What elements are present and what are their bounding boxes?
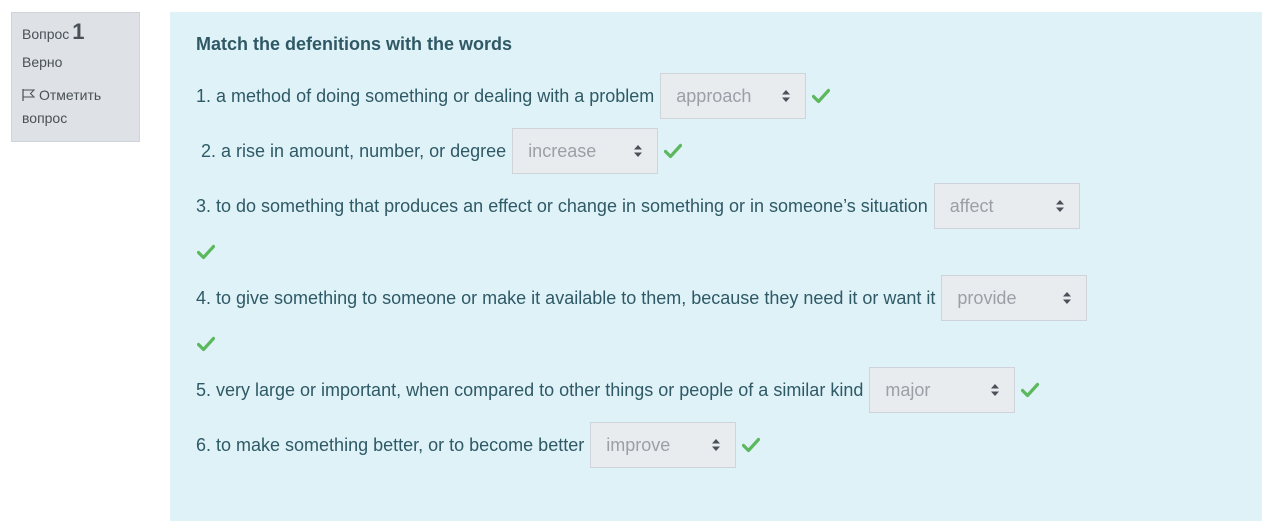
definition-text: 1. a method of doing something or dealin… (196, 85, 655, 106)
flag-question-link[interactable]: Отметить вопрос (22, 84, 129, 130)
question-title: Match the defenitions with the words (196, 34, 513, 54)
select-arrows-icon (712, 439, 721, 451)
match-row: 4. to give something to someone or make … (196, 275, 1236, 367)
select-arrows-icon (634, 145, 643, 157)
answer-select-value: improve (606, 434, 671, 455)
check-icon (812, 88, 831, 104)
select-arrows-icon (1055, 200, 1064, 212)
answer-select-value: provide (957, 287, 1017, 308)
answer-select-value: affect (949, 195, 994, 216)
question-number-line: Вопрос 1 (22, 19, 129, 44)
definition-text: 2. a rise in amount, number, or degree (196, 140, 507, 161)
answer-select[interactable]: approach (660, 73, 807, 119)
check-icon (197, 336, 215, 352)
check-line (196, 321, 1236, 367)
answer-select-value: increase (528, 140, 597, 161)
check-icon (197, 244, 215, 260)
definition-text: 5. very large or important, when compare… (196, 379, 864, 400)
check-icon (664, 143, 683, 159)
answer-select[interactable]: major (869, 367, 1016, 413)
match-row: 2. a rise in amount, number, or degree i… (196, 128, 1236, 174)
check-icon (1021, 382, 1040, 398)
question-label: Вопрос (22, 26, 70, 42)
match-row: 3. to do something that produces an effe… (196, 183, 1236, 275)
answer-select[interactable]: increase (512, 128, 659, 174)
answer-select[interactable]: provide (941, 275, 1088, 321)
check-line (196, 229, 1236, 275)
definition-text: 4. to give something to someone or make … (196, 287, 936, 308)
flag-icon (22, 89, 36, 101)
match-row: 5. very large or important, when compare… (196, 367, 1236, 413)
select-arrows-icon (1063, 292, 1072, 304)
question-content: Match the defenitions with the words 1. … (170, 12, 1262, 521)
select-arrows-icon (991, 384, 1000, 396)
match-row: 6. to make something better, or to becom… (196, 422, 1236, 468)
answer-select-value: major (885, 379, 931, 400)
question-info-panel: Вопрос 1 Верно Отметить вопрос (11, 12, 140, 142)
definition-text: 3. to do something that produces an effe… (196, 195, 928, 216)
match-row: 1. a method of doing something or dealin… (196, 73, 1236, 119)
answer-select[interactable]: improve (590, 422, 737, 468)
check-icon (742, 437, 761, 453)
question-number: 1 (72, 19, 85, 44)
select-arrows-icon (782, 90, 791, 102)
answer-select[interactable]: affect (933, 183, 1080, 229)
answer-select-value: approach (676, 85, 752, 106)
definition-text: 6. to make something better, or to becom… (196, 434, 585, 455)
question-state: Верно (22, 54, 63, 70)
